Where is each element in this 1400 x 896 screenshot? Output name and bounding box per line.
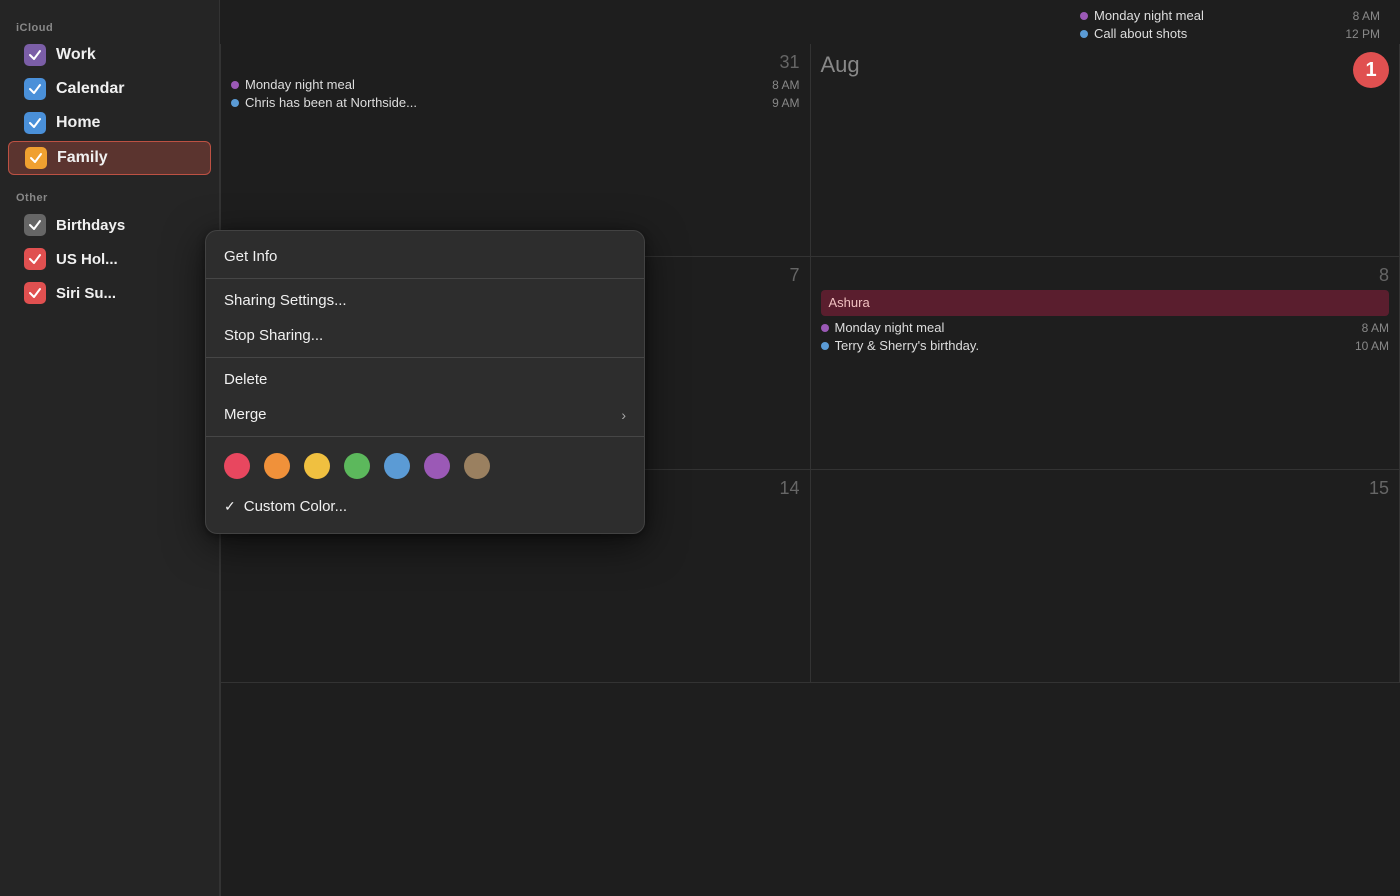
home-label: Home xyxy=(56,114,100,132)
sidebar-item-home[interactable]: Home xyxy=(8,107,211,139)
sharing-settings-label: Sharing Settings... xyxy=(224,292,347,309)
context-menu-get-info[interactable]: Get Info xyxy=(206,239,644,274)
siri-checkbox xyxy=(24,282,46,304)
us-holidays-label: US Hol... xyxy=(56,251,118,268)
context-menu-sep1 xyxy=(206,278,644,279)
calendar-cell-aug1[interactable]: Aug 1 xyxy=(811,44,1400,257)
context-menu-stop-sharing[interactable]: Stop Sharing... xyxy=(206,318,644,353)
sidebar-item-family[interactable]: Family xyxy=(8,141,211,175)
cell-8-event-birthday-dot xyxy=(821,342,829,350)
cell-8-event-birthday-title: Terry & Sherry's birthday. xyxy=(835,338,1347,353)
context-menu-delete[interactable]: Delete xyxy=(206,362,644,397)
custom-color-label: Custom Color... xyxy=(244,498,347,515)
birthdays-checkbox xyxy=(24,214,46,236)
cell-15-date: 15 xyxy=(821,478,1390,499)
stop-sharing-label: Stop Sharing... xyxy=(224,327,323,344)
other-section-label: Other xyxy=(0,186,219,208)
cell-31-event-2-title: Chris has been at Northside... xyxy=(245,95,764,110)
context-menu-sep2 xyxy=(206,357,644,358)
color-swatch-purple[interactable] xyxy=(424,453,450,479)
get-info-label: Get Info xyxy=(224,248,277,265)
icloud-section-label: iCloud xyxy=(0,16,219,38)
top-event-1-title: Monday night meal xyxy=(1094,8,1345,23)
context-menu: Get Info Sharing Settings... Stop Sharin… xyxy=(205,230,645,534)
cell-aug1-header: Aug 1 xyxy=(821,52,1390,88)
calendar-label: Calendar xyxy=(56,80,124,98)
color-swatches-row xyxy=(206,441,644,491)
cell-8-ashura-title: Ashura xyxy=(829,295,870,310)
family-checkbox xyxy=(25,147,47,169)
context-menu-merge[interactable]: Merge › xyxy=(206,397,644,432)
color-swatch-brown[interactable] xyxy=(464,453,490,479)
top-event-1-dot xyxy=(1080,12,1088,20)
us-holidays-checkbox xyxy=(24,248,46,270)
work-label: Work xyxy=(56,46,96,64)
home-checkbox xyxy=(24,112,46,134)
sidebar: iCloud Work Calendar Home Family Other B… xyxy=(0,0,220,896)
cell-31-event-1-time: 8 AM xyxy=(772,78,799,92)
family-label: Family xyxy=(57,149,108,167)
merge-chevron-icon: › xyxy=(621,407,626,423)
color-swatch-orange[interactable] xyxy=(264,453,290,479)
color-swatch-yellow[interactable] xyxy=(304,453,330,479)
cell-8-event-ashura: Ashura xyxy=(821,290,1390,316)
top-event-2-time: 12 PM xyxy=(1345,27,1380,41)
work-checkbox xyxy=(24,44,46,66)
context-menu-sep3 xyxy=(206,436,644,437)
cell-aug1-badge: 1 xyxy=(1353,52,1389,88)
merge-label: Merge xyxy=(224,406,267,423)
cell-8-event-birthday: Terry & Sherry's birthday. 10 AM xyxy=(821,338,1390,353)
cell-8-event-meal-time: 8 AM xyxy=(1362,321,1389,335)
top-event-1-time: 8 AM xyxy=(1353,9,1380,23)
sidebar-item-siri[interactable]: Siri Su... xyxy=(8,277,211,309)
birthdays-label: Birthdays xyxy=(56,217,125,234)
sidebar-item-work[interactable]: Work xyxy=(8,39,211,71)
color-swatch-red[interactable] xyxy=(224,453,250,479)
cell-31-event-2: Chris has been at Northside... 9 AM xyxy=(231,95,800,110)
cell-31-date: 31 xyxy=(231,52,800,73)
calendar-cell-15[interactable]: 15 xyxy=(811,470,1400,683)
cell-8-event-meal: Monday night meal 8 AM xyxy=(821,320,1390,335)
top-event-2-title: Call about shots xyxy=(1094,26,1337,41)
sidebar-item-birthdays[interactable]: Birthdays xyxy=(8,209,211,241)
sidebar-item-calendar[interactable]: Calendar xyxy=(8,73,211,105)
context-menu-sharing-settings[interactable]: Sharing Settings... xyxy=(206,283,644,318)
cell-31-event-2-time: 9 AM xyxy=(772,96,799,110)
siri-label: Siri Su... xyxy=(56,285,116,302)
calendar-cell-31[interactable]: 31 Monday night meal 8 AM Chris has been… xyxy=(221,44,811,257)
delete-label: Delete xyxy=(224,371,267,388)
custom-color-check: ✓ xyxy=(224,498,236,515)
top-event-2-dot xyxy=(1080,30,1088,38)
cell-31-event-1-dot xyxy=(231,81,239,89)
top-event-2: Call about shots 12 PM xyxy=(1080,26,1380,41)
cell-31-event-1: Monday night meal 8 AM xyxy=(231,77,800,92)
cell-8-event-birthday-time: 10 AM xyxy=(1355,339,1389,353)
cell-8-event-meal-title: Monday night meal xyxy=(835,320,1354,335)
top-events-row: Monday night meal 8 AM Call about shots … xyxy=(220,0,1400,44)
top-events-col: Monday night meal 8 AM Call about shots … xyxy=(1080,8,1380,44)
sidebar-item-us-holidays[interactable]: US Hol... xyxy=(8,243,211,275)
cell-aug1-month: Aug xyxy=(821,52,860,78)
cell-8-date: 8 xyxy=(821,265,1390,286)
cell-31-event-2-dot xyxy=(231,99,239,107)
calendar-cell-8[interactable]: 8 Ashura Monday night meal 8 AM Terry & … xyxy=(811,257,1400,470)
cell-31-event-1-title: Monday night meal xyxy=(245,77,764,92)
color-swatch-blue[interactable] xyxy=(384,453,410,479)
cell-8-event-meal-dot xyxy=(821,324,829,332)
context-menu-custom-color[interactable]: ✓ Custom Color... xyxy=(206,491,644,525)
top-event-1: Monday night meal 8 AM xyxy=(1080,8,1380,23)
color-swatch-green[interactable] xyxy=(344,453,370,479)
calendar-checkbox xyxy=(24,78,46,100)
